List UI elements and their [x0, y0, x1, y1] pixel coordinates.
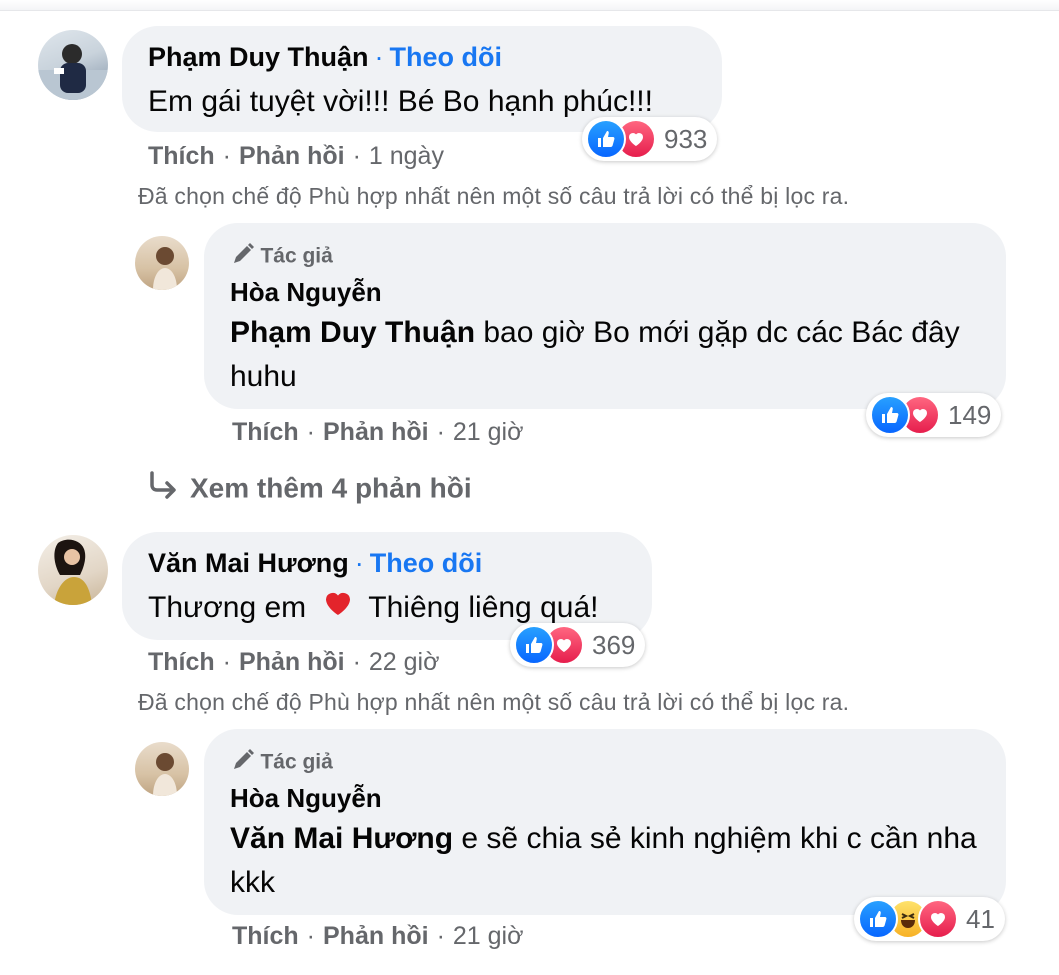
top-divider	[0, 0, 1059, 11]
separator-dot: ·	[352, 648, 361, 676]
separator-dot: ·	[306, 922, 315, 950]
comment-actions: Thích · Phản hồi · 1 ngày	[148, 142, 444, 171]
reply-arrow-icon	[148, 471, 180, 506]
reaction-summary[interactable]: 41	[854, 897, 1005, 941]
mention-link[interactable]: Phạm Duy Thuận	[230, 316, 475, 349]
separator-dot: ·	[222, 142, 231, 170]
separator-dot: ·	[222, 648, 231, 676]
comment-text-part: Thiêng liêng quá!	[368, 591, 599, 624]
like-icon	[870, 395, 910, 435]
reply-bubble: Tác giả Hòa Nguyễn Phạm Duy Thuận bao gi…	[204, 223, 1006, 409]
author-badge: Tác giả	[260, 244, 333, 268]
commenter-name[interactable]: Phạm Duy Thuận	[148, 42, 369, 72]
follow-link[interactable]: Theo dõi	[370, 548, 482, 578]
like-button[interactable]: Thích	[232, 922, 299, 950]
heart-emoji-icon	[323, 587, 353, 631]
separator-dot: ·	[436, 922, 445, 950]
avatar-hoa-nguyen[interactable]	[135, 742, 189, 796]
pen-icon	[230, 747, 256, 778]
reaction-count: 369	[592, 629, 636, 660]
reply-button[interactable]: Phản hồi	[323, 922, 429, 950]
comment-text-part: Thương em	[148, 591, 307, 624]
see-more-label: Xem thêm 4 phản hồi	[190, 472, 472, 504]
commenter-name[interactable]: Văn Mai Hương	[148, 548, 349, 578]
reply-time[interactable]: 21 giờ	[453, 418, 524, 446]
separator-dot: ·	[374, 42, 384, 72]
author-badge: Tác giả	[260, 750, 333, 774]
like-icon	[858, 899, 898, 939]
comment-time[interactable]: 22 giờ	[369, 648, 440, 676]
like-icon	[514, 625, 554, 665]
mention-link[interactable]: Văn Mai Hương	[230, 822, 453, 855]
reply-text-block: Phạm Duy Thuận bao giờ Bo mới gặp dc các…	[230, 311, 990, 399]
reply-text-block: Văn Mai Hương e sẽ chia sẻ kinh nghiệm k…	[230, 817, 990, 905]
reaction-count: 149	[948, 399, 992, 430]
comment-text: Em gái tuyệt vời!!! Bé Bo hạnh phúc!!!	[148, 85, 653, 118]
avatar-van-mai-huong[interactable]	[38, 535, 108, 605]
reaction-count: 41	[966, 903, 995, 934]
love-icon	[918, 899, 958, 939]
separator-dot: ·	[436, 418, 445, 446]
follow-link[interactable]: Theo dõi	[390, 42, 502, 72]
avatar-pham-duy-thuan[interactable]	[38, 30, 108, 100]
reply-author-name[interactable]: Hòa Nguyễn	[230, 783, 382, 814]
comment-actions: Thích · Phản hồi · 22 giờ	[148, 648, 440, 677]
reply-button[interactable]: Phản hồi	[239, 648, 345, 676]
filter-notice: Đã chọn chế độ Phù hợp nhất nên một số c…	[138, 689, 850, 715]
filter-notice: Đã chọn chế độ Phù hợp nhất nên một số c…	[138, 183, 850, 209]
separator-dot: ·	[352, 142, 361, 170]
separator-dot: ·	[306, 418, 315, 446]
reply-time[interactable]: 21 giờ	[453, 922, 524, 950]
like-button[interactable]: Thích	[148, 142, 215, 170]
reply-button[interactable]: Phản hồi	[239, 142, 345, 170]
reply-actions: Thích · Phản hồi · 21 giờ	[232, 922, 524, 951]
separator-dot: ·	[354, 548, 364, 578]
pen-icon	[230, 241, 256, 272]
like-icon	[586, 119, 626, 159]
reply-bubble: Tác giả Hòa Nguyễn Văn Mai Hương e sẽ ch…	[204, 729, 1006, 915]
reaction-count: 933	[664, 123, 708, 154]
reply-button[interactable]: Phản hồi	[323, 418, 429, 446]
reaction-summary[interactable]: 369	[510, 623, 646, 667]
comment-time[interactable]: 1 ngày	[369, 142, 444, 170]
reaction-summary[interactable]: 933	[582, 117, 718, 161]
like-button[interactable]: Thích	[148, 648, 215, 676]
avatar-hoa-nguyen[interactable]	[135, 236, 189, 290]
reaction-summary[interactable]: 149	[866, 393, 1002, 437]
like-button[interactable]: Thích	[232, 418, 299, 446]
see-more-replies[interactable]: Xem thêm 4 phản hồi	[148, 471, 472, 506]
reply-actions: Thích · Phản hồi · 21 giờ	[232, 418, 524, 447]
reply-author-name[interactable]: Hòa Nguyễn	[230, 277, 382, 308]
